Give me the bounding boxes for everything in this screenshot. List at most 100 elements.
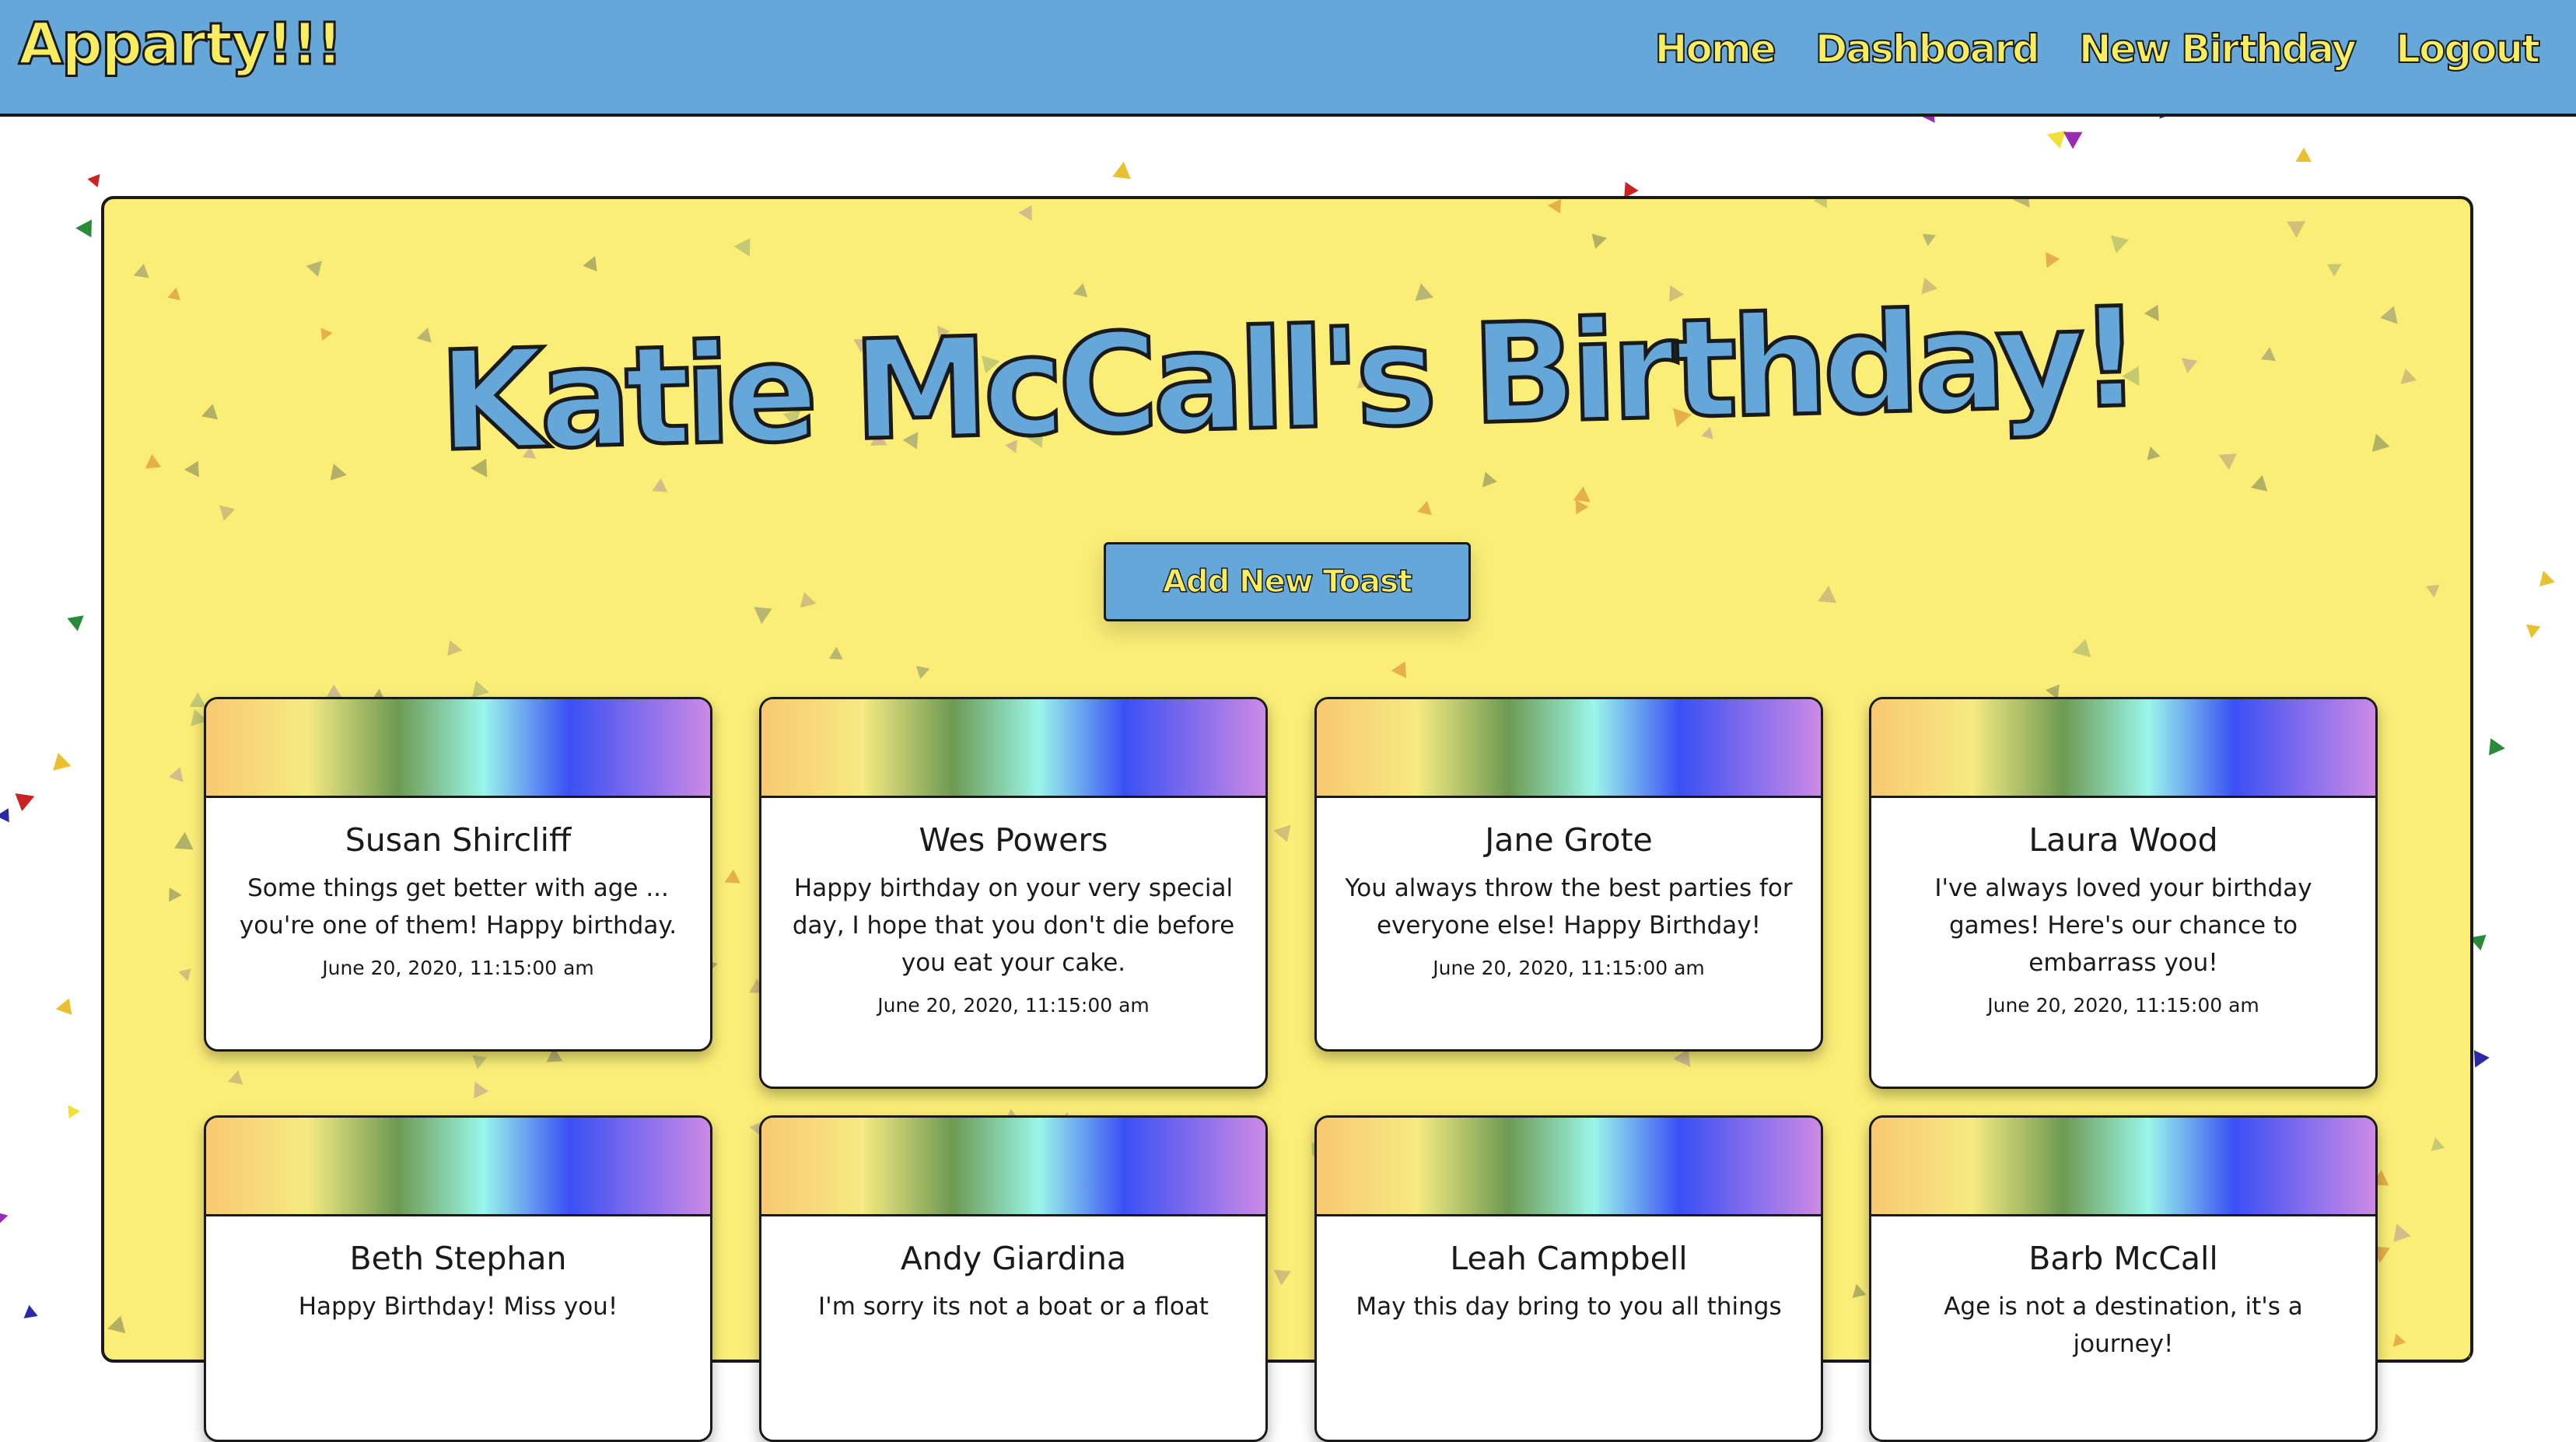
confetti-piece [1575, 499, 1589, 515]
add-new-toast-button[interactable]: Add New Toast [1104, 542, 1471, 621]
confetti-piece [2539, 570, 2555, 587]
confetti-piece [219, 505, 236, 521]
confetti-piece [652, 478, 668, 492]
toast-author: Laura Wood [2028, 821, 2218, 859]
card-rainbow-band [1317, 699, 1821, 798]
confetti-piece [2468, 1352, 2470, 1360]
toast-card: Susan Shircliff Some things get better w… [204, 697, 712, 1052]
toast-author: Barb McCall [2028, 1240, 2218, 1277]
confetti-piece [1922, 233, 1937, 247]
toast-message: Happy Birthday! Miss you! [298, 1293, 618, 1321]
confetti-piece [474, 1081, 489, 1099]
confetti-piece [1018, 205, 1032, 221]
toast-author: Susan Shircliff [345, 821, 572, 859]
confetti-piece [1391, 661, 1407, 679]
confetti-piece [1273, 1269, 1291, 1286]
confetti-piece [178, 968, 191, 982]
confetti-piece [227, 1070, 243, 1085]
confetti-piece [2110, 235, 2130, 254]
card-rainbow-band [761, 699, 1265, 798]
confetti-piece [2218, 453, 2237, 470]
toast-card: Jane Grote You always throw the best par… [1314, 697, 1823, 1052]
confetti-piece [1547, 199, 1562, 214]
toast-author: Andy Giardina [900, 1240, 1127, 1277]
confetti-piece [1417, 501, 1433, 516]
confetti-piece [2371, 433, 2390, 453]
confetti-piece [733, 237, 751, 257]
confetti-piece [1112, 161, 1131, 180]
confetti-piece [2251, 474, 2268, 492]
confetti-piece [23, 1304, 38, 1318]
nav-link-new-birthday[interactable]: New Birthday [2078, 26, 2357, 72]
toast-message: Some things get better with age ... you'… [239, 874, 677, 940]
toast-author: Beth Stephan [349, 1240, 567, 1277]
confetti-piece [2392, 1333, 2406, 1347]
confetti-piece [15, 793, 35, 812]
toast-message: Happy birthday on your very special day,… [792, 874, 1235, 977]
nav-link-home[interactable]: Home [1654, 26, 1777, 72]
confetti-piece [754, 607, 772, 625]
nav-link-logout[interactable]: Logout [2395, 26, 2541, 72]
card-rainbow-band [206, 1118, 710, 1216]
card-rainbow-band [1871, 699, 2375, 798]
card-rainbow-band [761, 1118, 1265, 1216]
page-title: Katie McCall's Birthday! [436, 276, 2140, 484]
confetti-piece [915, 666, 930, 679]
toast-card: Beth Stephan Happy Birthday! Miss you! [204, 1115, 712, 1442]
confetti-piece [1813, 199, 1827, 208]
confetti-piece [1591, 233, 1608, 249]
brand-logo[interactable]: Apparty!!! [18, 10, 344, 79]
confetti-piece [55, 998, 72, 1015]
toast-card: Laura Wood I've always loved your birthd… [1869, 697, 2378, 1089]
toast-card: Barb McCall Age is not a destination, it… [1869, 1115, 2378, 1442]
nav-links: Home Dashboard New Birthday Logout [1654, 26, 2541, 72]
confetti-piece [2287, 221, 2306, 238]
card-rainbow-band [206, 699, 710, 798]
confetti-piece [2013, 199, 2030, 208]
confetti-piece [2063, 131, 2083, 149]
confetti-piece [2072, 639, 2091, 658]
card-rainbow-band [1871, 1118, 2375, 1216]
toast-card: Wes Powers Happy birthday on your very s… [759, 697, 1268, 1089]
confetti-piece [173, 831, 194, 850]
toast-message: Age is not a destination, it's a journey… [1944, 1293, 2303, 1358]
confetti-piece [583, 256, 597, 272]
toast-message: You always throw the best parties for ev… [1345, 874, 1793, 940]
confetti-piece [2431, 1137, 2445, 1151]
confetti-piece [2525, 624, 2541, 639]
confetti-piece [306, 261, 322, 277]
confetti-piece [67, 615, 84, 632]
confetti-piece [0, 1211, 9, 1226]
toast-author: Jane Grote [1485, 821, 1653, 859]
confetti-piece [2488, 738, 2505, 756]
confetti-piece [167, 287, 181, 301]
confetti-piece [0, 808, 9, 823]
confetti-piece [2295, 147, 2312, 163]
toast-date: June 20, 2020, 11:15:00 am [877, 994, 1150, 1017]
top-navbar: Apparty!!! Home Dashboard New Birthday L… [0, 0, 2576, 117]
confetti-piece [87, 173, 100, 187]
confetti-piece [2147, 446, 2161, 460]
confetti-piece [724, 869, 740, 884]
confetti-piece [447, 640, 463, 656]
confetti-piece [53, 752, 72, 771]
confetti-piece [189, 691, 206, 708]
confetti-piece [1482, 471, 1497, 488]
confetti-piece [1573, 486, 1591, 502]
toast-card: Leah Campbell May this day bring to you … [1314, 1115, 1823, 1442]
confetti-piece [1273, 824, 1291, 842]
toast-card: Andy Giardina I'm sorry its not a boat o… [759, 1115, 1268, 1442]
toast-date: June 20, 2020, 11:15:00 am [1433, 957, 1705, 979]
confetti-piece [828, 646, 843, 660]
nav-link-dashboard[interactable]: Dashboard [1815, 26, 2041, 72]
confetti-piece [133, 263, 149, 278]
confetti-piece [1073, 282, 1088, 298]
confetti-piece [2425, 584, 2440, 598]
confetti-piece [169, 887, 182, 902]
confetti-piece [2393, 1223, 2411, 1243]
confetti-piece [107, 1315, 126, 1334]
confetti-piece [800, 592, 817, 608]
toast-author: Wes Powers [919, 821, 1108, 859]
confetti-piece [1818, 586, 1837, 604]
confetti-piece [168, 767, 184, 782]
